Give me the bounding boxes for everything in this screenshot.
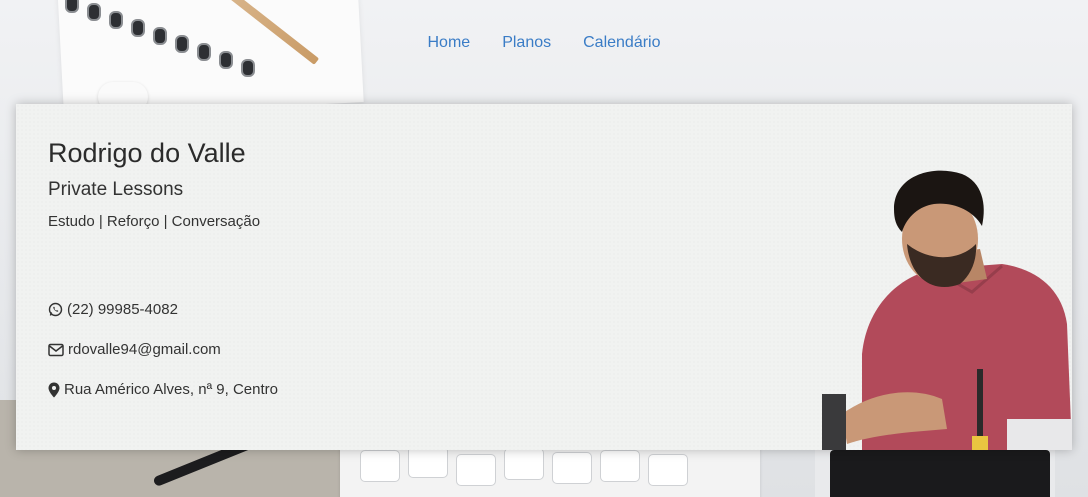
main-nav: Home Planos Calendário bbox=[0, 34, 1088, 52]
notebook-spiral bbox=[65, 0, 255, 105]
tablet-screen bbox=[830, 450, 1050, 497]
nav-link-planos[interactable]: Planos bbox=[502, 34, 551, 52]
whatsapp-icon bbox=[48, 302, 63, 317]
profile-photo bbox=[822, 164, 1072, 450]
profile-name: Rodrigo do Valle bbox=[48, 138, 246, 168]
profile-subtitle: Private Lessons bbox=[48, 179, 184, 200]
contact-address: Rua Américo Alves, nª 9, Centro bbox=[48, 381, 278, 398]
profile-tagline: Estudo | Reforço | Conversação bbox=[48, 213, 261, 230]
phone-number: (22) 99985-4082 bbox=[67, 301, 178, 318]
contact-email: rdovalle94@gmail.com bbox=[48, 341, 221, 358]
profile-card: Rodrigo do Valle Private Lessons Estudo … bbox=[16, 104, 1072, 450]
contact-phone: (22) 99985-4082 bbox=[48, 301, 178, 318]
map-marker-icon bbox=[48, 382, 60, 398]
email-address[interactable]: rdovalle94@gmail.com bbox=[68, 341, 221, 358]
envelope-icon bbox=[48, 343, 64, 357]
nav-link-home[interactable]: Home bbox=[428, 34, 471, 52]
nav-link-calendario[interactable]: Calendário bbox=[583, 34, 660, 52]
address-text: Rua Américo Alves, nª 9, Centro bbox=[64, 381, 278, 398]
